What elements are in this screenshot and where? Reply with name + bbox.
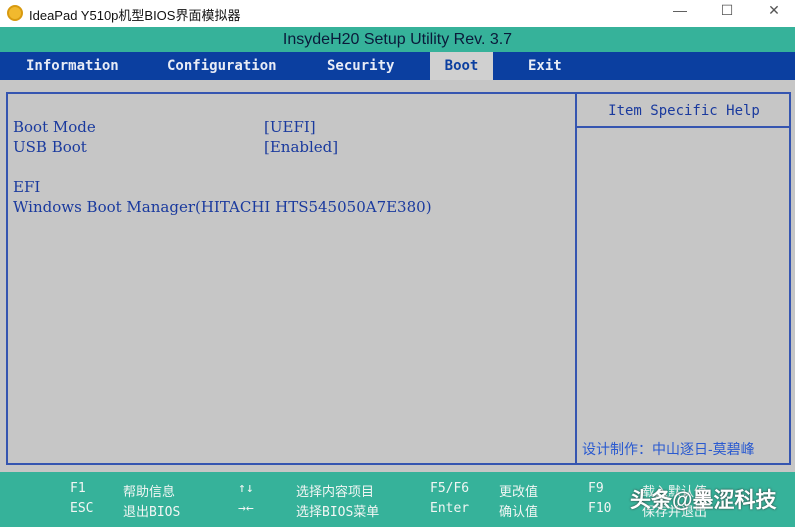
window-titlebar: IdeaPad Y510p机型BIOS界面模拟器 — ☐ ✕ <box>0 0 795 27</box>
key-updown: ↑↓ <box>238 481 254 496</box>
key-enter-desc: 确认值 <box>499 505 539 520</box>
bios-title: InsydeH20 Setup Utility Rev. 3.7 <box>0 27 795 52</box>
menu-tabs: Information Configuration Security Boot … <box>0 52 795 80</box>
help-title: Item Specific Help <box>608 103 760 119</box>
tab-exit[interactable]: Exit <box>516 52 574 80</box>
window-title: IdeaPad Y510p机型BIOS界面模拟器 <box>29 8 241 23</box>
main-frame <box>6 92 791 465</box>
usb-boot-value[interactable]: [Enabled] <box>264 138 338 156</box>
app-logo-icon <box>7 5 23 21</box>
divider <box>575 92 577 465</box>
usb-boot-label[interactable]: USB Boot <box>13 138 87 156</box>
tab-security[interactable]: Security <box>315 52 406 80</box>
tab-information[interactable]: Information <box>14 52 131 80</box>
key-f1-desc: 帮助信息 <box>123 485 176 500</box>
minimize-button[interactable]: — <box>660 2 700 18</box>
maximize-button[interactable]: ☐ <box>707 2 747 19</box>
key-esc: ESC <box>70 501 94 516</box>
boot-mode-value[interactable]: [UEFI] <box>264 118 316 136</box>
key-enter: Enter <box>430 501 470 516</box>
close-button[interactable]: ✕ <box>754 2 794 19</box>
key-leftright-desc: 选择BIOS菜单 <box>296 505 380 520</box>
key-updown-desc: 选择内容项目 <box>296 485 375 500</box>
key-leftright: →← <box>238 501 254 516</box>
tab-configuration[interactable]: Configuration <box>155 52 289 80</box>
key-f5f6-desc: 更改值 <box>499 485 539 500</box>
help-divider <box>577 126 791 128</box>
boot-mode-label[interactable]: Boot Mode <box>13 118 96 136</box>
efi-heading: EFI <box>13 178 41 196</box>
key-esc-desc: 退出BIOS <box>123 505 181 520</box>
key-f1: F1 <box>70 481 86 496</box>
key-f9: F9 <box>588 481 604 496</box>
watermark: 头条@墨涩科技 <box>630 489 777 512</box>
boot-entry[interactable]: Windows Boot Manager(HITACHI HTS545050A7… <box>13 198 432 216</box>
key-f10: F10 <box>588 501 612 516</box>
tab-boot[interactable]: Boot <box>430 52 493 80</box>
key-f5f6: F5/F6 <box>430 481 470 496</box>
credit-text: 设计制作：中山逐日-莫碧峰 <box>582 441 755 457</box>
